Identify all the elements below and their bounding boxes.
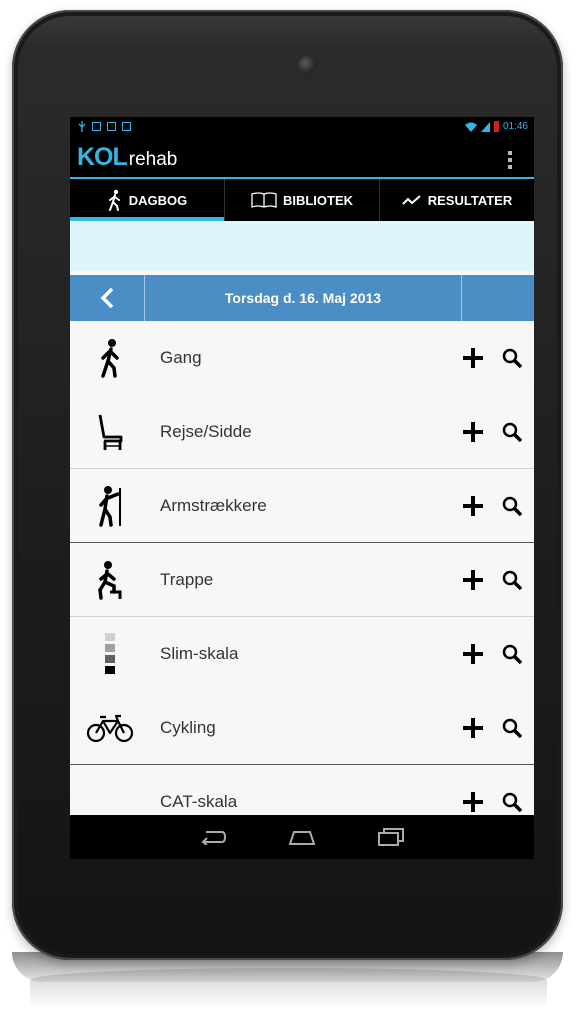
activity-label: Trappe xyxy=(160,569,214,589)
list-item: Slim-skala xyxy=(70,617,534,691)
logo-rehab: rehab xyxy=(128,149,178,170)
wifi-icon xyxy=(464,122,477,132)
battery-icon xyxy=(493,121,499,132)
recent-apps-icon[interactable] xyxy=(378,828,404,846)
arm-stretch-person-icon xyxy=(99,485,121,527)
logo-kol: KOL xyxy=(77,143,128,171)
next-day-button[interactable] xyxy=(462,275,534,321)
status-bar: 01:46 xyxy=(70,117,534,137)
status-indicators: 01:46 xyxy=(464,121,528,132)
walking-person-icon xyxy=(108,189,120,211)
tab-resultater[interactable]: RESULTATER xyxy=(380,179,534,221)
list-item: Gang xyxy=(70,321,534,395)
search-icon[interactable] xyxy=(502,348,522,368)
activity-label: Cykling xyxy=(160,717,216,737)
tab-label: BIBLIOTEK xyxy=(282,192,354,208)
activity-label: Slim-skala xyxy=(160,644,239,663)
notification-icons xyxy=(78,121,131,132)
device-reflection xyxy=(30,968,547,1008)
add-icon[interactable] xyxy=(462,495,484,517)
info-banner xyxy=(70,221,534,271)
current-date: Torsdag d. 16. Maj 2013 xyxy=(145,275,462,321)
screen: 01:46 KOL rehab DAGBOG BIBLIOTEK RESULTA… xyxy=(70,117,534,859)
search-icon[interactable] xyxy=(502,718,522,738)
stairs-person-icon xyxy=(98,560,122,600)
tab-dagbog[interactable]: DAGBOG xyxy=(70,179,225,221)
search-icon[interactable] xyxy=(502,422,522,442)
scale-bars-icon xyxy=(105,633,115,674)
trend-line-icon xyxy=(402,195,421,205)
tab-label: DAGBOG xyxy=(128,192,188,208)
activity-label: Armstrækkere xyxy=(160,495,267,515)
search-icon[interactable] xyxy=(502,644,522,664)
home-icon[interactable] xyxy=(288,829,316,845)
add-icon[interactable] xyxy=(462,717,484,739)
add-icon[interactable] xyxy=(462,791,484,813)
add-icon[interactable] xyxy=(462,421,484,443)
notification-icon xyxy=(92,122,101,131)
activity-list: Gang Rejse/Sidde Armstrækkere Trappe Sli… xyxy=(70,321,534,839)
chair-icon xyxy=(98,414,123,450)
activity-label: CAT-skala xyxy=(160,792,238,811)
chevron-left-icon xyxy=(100,287,114,309)
bicycle-icon xyxy=(86,714,134,742)
status-time: 01:46 xyxy=(502,121,528,132)
search-icon[interactable] xyxy=(502,792,522,812)
tab-bar: DAGBOG BIBLIOTEK RESULTATER xyxy=(70,179,534,221)
system-navigation-bar xyxy=(70,815,534,859)
activity-label: Gang xyxy=(160,348,202,367)
overflow-menu-icon[interactable] xyxy=(508,151,512,169)
tab-bibliotek[interactable]: BIBLIOTEK xyxy=(225,179,380,221)
usb-icon xyxy=(78,121,86,132)
front-camera xyxy=(298,56,316,74)
back-icon[interactable] xyxy=(200,829,226,845)
walking-person-icon xyxy=(101,339,119,378)
activity-label: Rejse/Sidde xyxy=(160,421,252,441)
list-item: Trappe xyxy=(70,543,534,617)
add-icon[interactable] xyxy=(462,347,484,369)
add-icon[interactable] xyxy=(462,569,484,591)
notification-icon xyxy=(122,122,131,131)
list-item: Armstrækkere xyxy=(70,469,534,543)
action-bar: KOL rehab xyxy=(70,137,534,179)
add-icon[interactable] xyxy=(462,643,484,665)
date-navigation: Torsdag d. 16. Maj 2013 xyxy=(70,275,534,321)
signal-icon xyxy=(480,121,490,132)
search-icon[interactable] xyxy=(502,570,522,590)
book-icon xyxy=(251,192,277,208)
app-logo: KOL rehab xyxy=(77,143,177,172)
notification-icon xyxy=(107,122,116,131)
tab-label: RESULTATER xyxy=(427,192,513,208)
list-item: Cykling xyxy=(70,691,534,765)
search-icon[interactable] xyxy=(502,496,522,516)
list-item: Rejse/Sidde xyxy=(70,395,534,469)
previous-day-button[interactable] xyxy=(70,275,145,321)
